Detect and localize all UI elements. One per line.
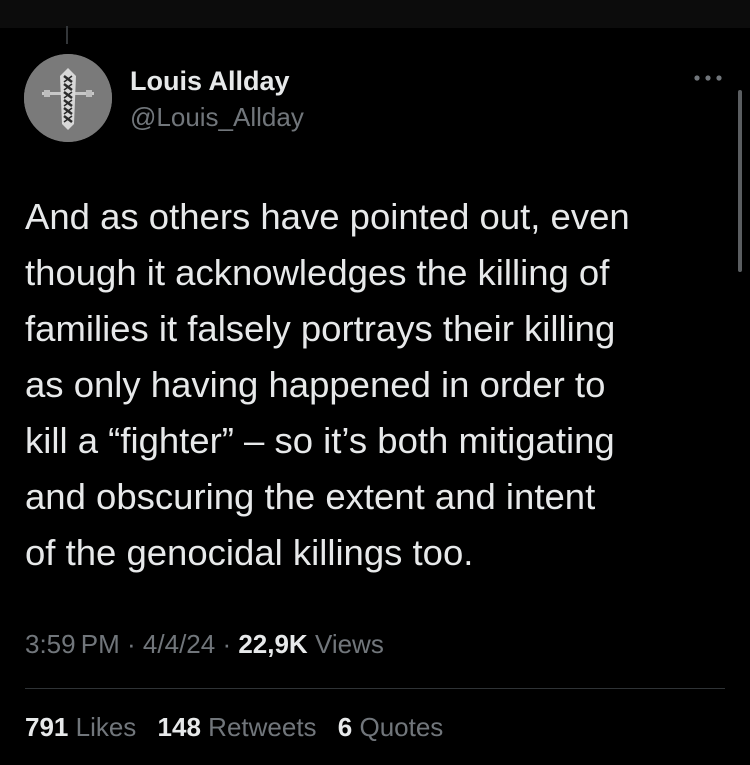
author-display-name[interactable]: Louis Allday: [130, 64, 290, 98]
tweet-text: And as others have pointed out, even tho…: [25, 196, 630, 573]
divider: [25, 688, 725, 689]
quotes-label: Quotes: [352, 712, 444, 742]
keffiyeh-avatar-icon: [24, 54, 112, 142]
engagement-stats: 791 Likes 148 Retweets 6 Quotes: [25, 709, 457, 745]
avatar[interactable]: [24, 54, 112, 142]
meta-separator: ·: [215, 629, 239, 659]
views-count: 22,9K: [238, 629, 308, 659]
more-horizontal-icon: [694, 75, 722, 81]
more-options-button[interactable]: [688, 66, 728, 90]
retweets-stat[interactable]: 148 Retweets: [158, 712, 317, 742]
views-label: Views: [307, 629, 384, 659]
retweets-count: 148: [157, 712, 201, 742]
scrollbar-thumb[interactable]: [738, 90, 742, 272]
top-strip: [0, 0, 750, 28]
thread-connector-line: [66, 26, 68, 44]
author-handle[interactable]: @Louis_Allday: [130, 100, 304, 134]
quotes-count: 6: [337, 712, 353, 742]
meta-separator: ·: [119, 629, 143, 659]
tweet-date[interactable]: 4/4/24: [143, 629, 215, 659]
likes-label: Likes: [68, 712, 137, 742]
likes-stat[interactable]: 791 Likes: [25, 712, 136, 742]
tweet-time[interactable]: 3:59 PM: [25, 629, 120, 659]
tweet-meta: 3:59 PM · 4/4/24 · 22,9K Views: [25, 626, 384, 662]
retweets-label: Retweets: [200, 712, 317, 742]
likes-count: 791: [25, 712, 69, 742]
quotes-stat[interactable]: 6 Quotes: [338, 712, 444, 742]
